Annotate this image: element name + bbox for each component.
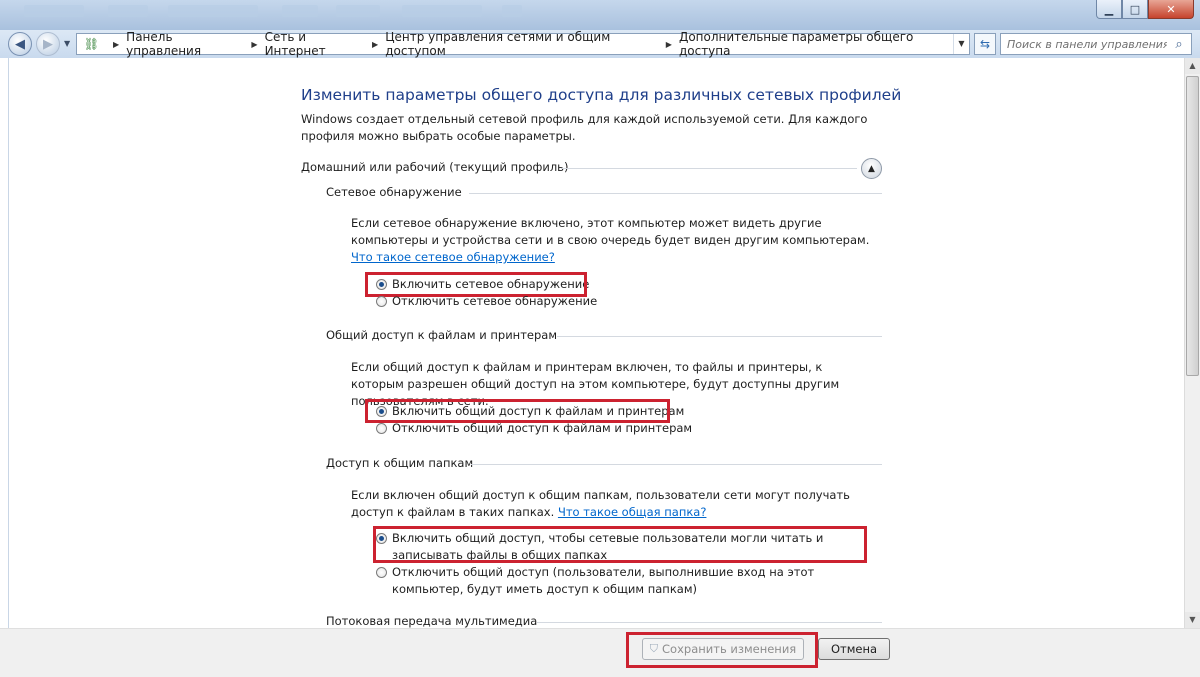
breadcrumb-network-center[interactable]: Центр управления сетями и общим доступом [385, 30, 659, 58]
intro-text: Windows создает отдельный сетевой профил… [301, 112, 868, 143]
chevron-right-icon[interactable]: ▶ [372, 40, 378, 49]
radio-label[interactable]: Отключить сетевое обнаружение [392, 293, 597, 310]
description-text: Если сетевое обнаружение включено, этот … [351, 216, 870, 247]
network-icon: ⛓ [83, 37, 100, 51]
section-title-network-discovery: Сетевое обнаружение [326, 185, 462, 199]
back-button[interactable]: ◀ [8, 32, 32, 56]
radio-unselected-icon[interactable] [376, 567, 387, 578]
navigation-bar: ◀ ▶ ▼ ⛓ ▶ Панель управления ▶ Сеть и Инт… [0, 30, 1200, 58]
radio-disable-file-sharing[interactable]: Отключить общий доступ к файлам и принте… [376, 420, 692, 437]
content-pane: Изменить параметры общего доступа для ра… [8, 58, 1185, 628]
search-box[interactable]: ⌕ [1000, 33, 1192, 55]
divider [537, 622, 882, 623]
save-changes-button[interactable]: ⛉ Сохранить изменения [642, 638, 804, 660]
section-description: Если включен общий доступ к общим папкам… [351, 487, 876, 521]
titlebar-ghost [402, 5, 482, 17]
radio-unselected-icon[interactable] [376, 296, 387, 307]
address-bar[interactable]: ⛓ ▶ Панель управления ▶ Сеть и Интернет … [76, 30, 970, 58]
breadcrumb-control-panel[interactable]: Панель управления [126, 30, 244, 58]
chevron-right-icon[interactable]: ▶ [113, 40, 119, 49]
chevron-right-icon[interactable]: ▶ [666, 40, 672, 49]
forward-button[interactable]: ▶ [36, 32, 60, 56]
chevron-up-icon: ▲ [868, 163, 875, 174]
titlebar-ghost [24, 5, 84, 17]
titlebar-ghost [502, 5, 522, 17]
vertical-scrollbar[interactable]: ▲ ▼ [1184, 58, 1200, 628]
chevron-right-icon[interactable]: ▶ [251, 40, 257, 49]
network-discovery-help-link[interactable]: Что такое сетевое обнаружение? [351, 250, 555, 264]
section-description: Если сетевое обнаружение включено, этот … [351, 215, 876, 266]
page-title: Изменить параметры общего доступа для ра… [301, 86, 902, 104]
search-icon[interactable]: ⌕ [1169, 37, 1189, 52]
highlight-box [373, 526, 867, 563]
divider [471, 464, 882, 465]
save-changes-label: Сохранить изменения [662, 642, 797, 656]
breadcrumb-advanced-sharing[interactable]: Дополнительные параметры общего доступа [679, 30, 953, 58]
divider [561, 168, 857, 169]
refresh-button[interactable]: ⇆ [974, 33, 996, 55]
close-icon: ✕ [1166, 2, 1176, 16]
minimize-button[interactable]: ▁ [1096, 0, 1122, 19]
scroll-up-icon[interactable]: ▲ [1185, 58, 1200, 74]
collapse-button[interactable]: ▲ [861, 158, 882, 179]
maximize-button[interactable]: □ [1122, 0, 1148, 19]
scroll-thumb[interactable] [1186, 76, 1199, 376]
titlebar-ghost [336, 5, 380, 17]
radio-label[interactable]: Отключить общий доступ (пользователи, вы… [392, 564, 866, 598]
radio-disable-discovery[interactable]: Отключить сетевое обнаружение [376, 293, 597, 310]
section-title-public-folders: Доступ к общим папкам [326, 456, 474, 470]
section-title-file-printer-sharing: Общий доступ к файлам и принтерам [326, 328, 557, 342]
bottom-button-bar: ⛉ Сохранить изменения Отмена [0, 628, 1200, 677]
divider [557, 336, 882, 337]
back-arrow-icon: ◀ [15, 36, 25, 52]
titlebar-ghost [168, 5, 258, 17]
minimize-icon: ▁ [1104, 2, 1114, 16]
radio-unselected-icon[interactable] [376, 423, 387, 434]
close-button[interactable]: ✕ [1148, 0, 1194, 19]
refresh-icon: ⇆ [979, 37, 991, 51]
window-titlebar: ▁ □ ✕ [0, 0, 1200, 30]
history-dropdown-icon[interactable]: ▼ [64, 39, 70, 48]
shield-icon: ⛉ [649, 642, 659, 655]
search-input[interactable] [1001, 36, 1169, 52]
maximize-icon: □ [1129, 2, 1141, 16]
public-folder-help-link[interactable]: Что такое общая папка? [558, 505, 707, 519]
forward-arrow-icon: ▶ [43, 36, 53, 52]
profile-header: Домашний или рабочий (текущий профиль) [301, 160, 569, 174]
titlebar-ghost [108, 5, 148, 17]
radio-disable-public-folders[interactable]: Отключить общий доступ (пользователи, вы… [376, 564, 866, 598]
scroll-down-icon[interactable]: ▼ [1185, 612, 1200, 628]
radio-label[interactable]: Отключить общий доступ к файлам и принте… [392, 420, 692, 437]
divider [469, 193, 882, 194]
section-title-media-streaming: Потоковая передача мультимедиа [326, 614, 538, 628]
window-controls: ▁ □ ✕ [1096, 0, 1194, 19]
breadcrumb-network-internet[interactable]: Сеть и Интернет [265, 30, 365, 58]
cancel-button[interactable]: Отмена [818, 638, 890, 660]
titlebar-ghost [282, 5, 318, 17]
address-dropdown-icon[interactable]: ▼ [952, 34, 969, 54]
